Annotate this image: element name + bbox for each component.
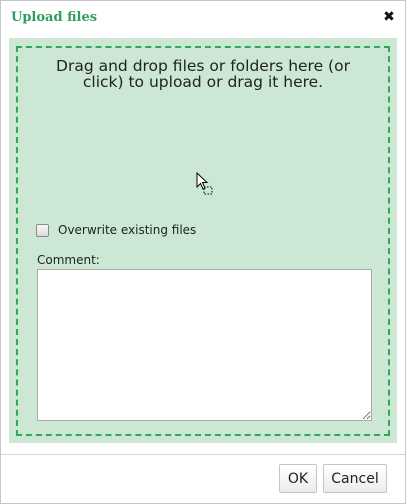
copy-cursor-icon (196, 172, 213, 195)
cancel-button[interactable]: Cancel (323, 464, 387, 493)
upload-files-dialog: Upload files ✖ Drag and drop files or fo… (0, 0, 406, 504)
footer-divider (1, 454, 405, 455)
dialog-titlebar: Upload files ✖ (1, 1, 405, 37)
dropzone-area[interactable]: Drag and drop files or folders here (or … (9, 38, 397, 443)
overwrite-label: Overwrite existing files (58, 223, 197, 237)
comment-label: Comment: (37, 253, 100, 267)
comment-textarea[interactable] (37, 269, 372, 421)
ok-button[interactable]: OK (279, 464, 317, 493)
overwrite-checkbox[interactable] (36, 223, 49, 237)
overwrite-option[interactable]: Overwrite existing files (36, 223, 196, 237)
dropzone[interactable]: Drag and drop files or folders here (or … (16, 46, 390, 436)
close-icon[interactable]: ✖ (382, 9, 396, 25)
dialog-title: Upload files (11, 10, 98, 25)
dropzone-instructions: Drag and drop files or folders here (or … (56, 57, 350, 91)
